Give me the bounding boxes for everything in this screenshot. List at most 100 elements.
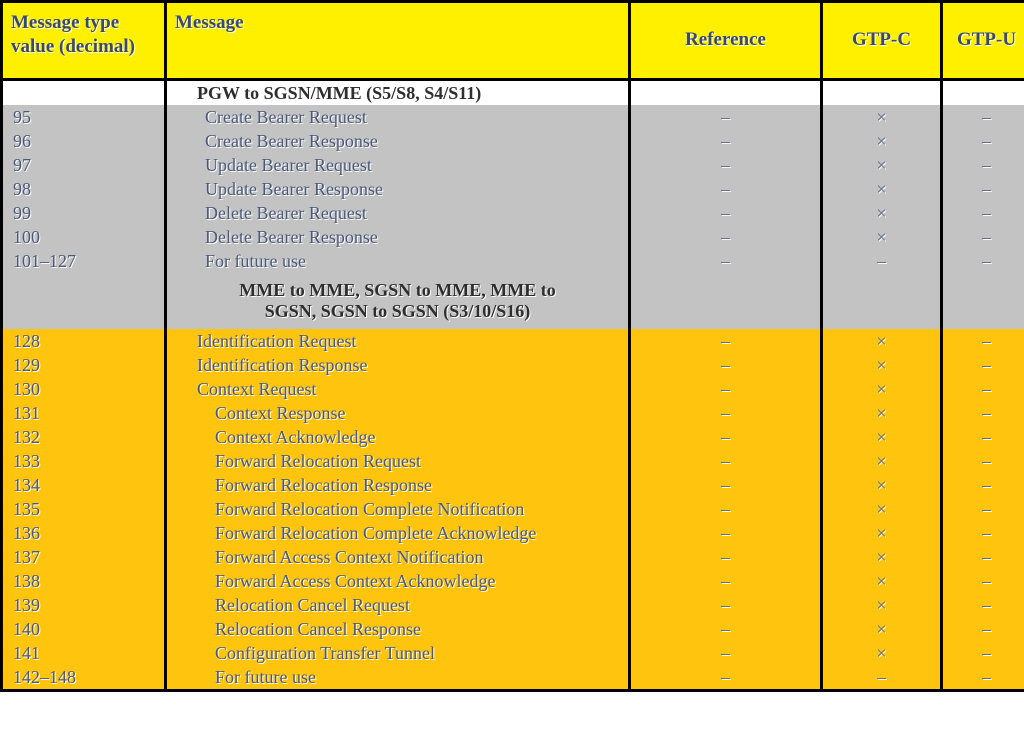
cell-message: Create Bearer Response <box>165 129 631 153</box>
cell-gtp-c: × <box>821 353 943 377</box>
table-row: 133 Forward Relocation Request – × – <box>1 449 1024 473</box>
cell-message-type-value: 142–148 <box>1 665 167 691</box>
cell-message-type-value: 131 <box>1 401 167 425</box>
table-row: 97 Update Bearer Request – × – <box>1 153 1024 177</box>
table-header: Message type value (decimal) Message Ref… <box>1 1 1024 81</box>
table-row: 135 Forward Relocation Complete Notificat… <box>1 497 1024 521</box>
cell-gtp-u: – <box>941 521 1024 545</box>
table-row: 131 Context Response – × – <box>1 401 1024 425</box>
cell-reference: – <box>629 401 823 425</box>
cell-message: Configuration Transfer Tunnel <box>165 641 631 665</box>
table-row: 128 Identification Request – × – <box>1 329 1024 353</box>
table-row: 100 Delete Bearer Response – × – <box>1 225 1024 249</box>
cell-reference: – <box>629 569 823 593</box>
table-row: 98 Update Bearer Response – × – <box>1 177 1024 201</box>
cell-reference: – <box>629 617 823 641</box>
cell-message-type-value: 100 <box>1 225 167 249</box>
cell-reference: – <box>629 353 823 377</box>
cell-gtp-u: – <box>941 377 1024 401</box>
table-section-row: MME to MME, SGSN to MME, MME to SGSN, SGS… <box>1 273 1024 329</box>
cell-reference: – <box>629 249 823 273</box>
cell-gtp-c: × <box>821 105 943 129</box>
cell-message-type-value: 137 <box>1 545 167 569</box>
cell-gtp-c: × <box>821 497 943 521</box>
cell-gtp-u: – <box>941 353 1024 377</box>
cell-gtp-u: – <box>941 593 1024 617</box>
cell-message-type-value: 101–127 <box>1 249 167 273</box>
cell-gtp-u: – <box>941 617 1024 641</box>
cell-reference: – <box>629 177 823 201</box>
cell-message: Forward Relocation Complete Acknowledge <box>165 521 631 545</box>
message-type-table: Message type value (decimal) Message Ref… <box>0 0 1024 692</box>
cell-gtp-c: × <box>821 569 943 593</box>
table-row: 136 Forward Relocation Complete Acknowled… <box>1 521 1024 545</box>
cell-message-type-value: 141 <box>1 641 167 665</box>
cell-gtp-u: – <box>941 545 1024 569</box>
table-row: 142–148 For future use – – – <box>1 665 1024 691</box>
table-row: 96 Create Bearer Response – × – <box>1 129 1024 153</box>
column-header-line-2: value (decimal) <box>11 36 136 58</box>
cell-gtp-c <box>821 79 943 105</box>
cell-message: MME to MME, SGSN to MME, MME to SGSN, SGS… <box>165 273 631 329</box>
cell-gtp-u: – <box>941 225 1024 249</box>
cell-gtp-u: – <box>941 473 1024 497</box>
cell-gtp-c: × <box>821 377 943 401</box>
cell-reference: – <box>629 153 823 177</box>
cell-message: Identification Request <box>165 329 631 353</box>
table-row: 101–127 For future use – – – <box>1 249 1024 273</box>
cell-message: Context Request <box>165 377 631 401</box>
cell-message: Relocation Cancel Response <box>165 617 631 641</box>
cell-message-type-value: 98 <box>1 177 167 201</box>
table-row: 129 Identification Response – × – <box>1 353 1024 377</box>
cell-reference: – <box>629 225 823 249</box>
column-header-message-type-value: Message type value (decimal) <box>1 1 167 81</box>
cell-message-type-value <box>1 79 167 105</box>
cell-message-type-value: 140 <box>1 617 167 641</box>
table-row: 138 Forward Access Context Acknowledge – × – <box>1 569 1024 593</box>
cell-reference: – <box>629 425 823 449</box>
cell-gtp-c: × <box>821 593 943 617</box>
cell-gtp-u: – <box>941 449 1024 473</box>
cell-gtp-c: × <box>821 401 943 425</box>
cell-gtp-u: – <box>941 497 1024 521</box>
header-row: Message type value (decimal) Message Ref… <box>1 1 1024 81</box>
cell-gtp-c: × <box>821 449 943 473</box>
cell-message: Create Bearer Request <box>165 105 631 129</box>
cell-reference <box>629 273 823 329</box>
section-title-line-2: SGSN, SGSN to SGSN (S3/10/S16) <box>264 301 531 321</box>
cell-gtp-u: – <box>941 153 1024 177</box>
cell-gtp-c: × <box>821 617 943 641</box>
cell-message: Forward Relocation Response <box>165 473 631 497</box>
cell-reference: – <box>629 377 823 401</box>
cell-reference <box>629 79 823 105</box>
cell-message: For future use <box>165 665 631 691</box>
table-row: 95 Create Bearer Request – × – <box>1 105 1024 129</box>
cell-reference: – <box>629 473 823 497</box>
message-type-table-container: Message type value (decimal) Message Ref… <box>0 0 1024 729</box>
cell-reference: – <box>629 329 823 353</box>
cell-gtp-c <box>821 273 943 329</box>
cell-message-type-value: 138 <box>1 569 167 593</box>
table-section-row: PGW to SGSN/MME (S5/S8, S4/S11) <box>1 79 1024 105</box>
cell-gtp-u: – <box>941 105 1024 129</box>
cell-gtp-c: – <box>821 665 943 691</box>
cell-gtp-c: – <box>821 249 943 273</box>
cell-gtp-u: – <box>941 129 1024 153</box>
cell-message-type-value: 132 <box>1 425 167 449</box>
cell-message-type-value: 136 <box>1 521 167 545</box>
cell-gtp-u: – <box>941 249 1024 273</box>
cell-gtp-c: × <box>821 425 943 449</box>
cell-message-type-value: 129 <box>1 353 167 377</box>
cell-gtp-c: × <box>821 225 943 249</box>
cell-gtp-c: × <box>821 129 943 153</box>
cell-gtp-c: × <box>821 201 943 225</box>
cell-message-type-value: 139 <box>1 593 167 617</box>
cell-message: For future use <box>165 249 631 273</box>
cell-message: Context Response <box>165 401 631 425</box>
cell-message-type-value: 134 <box>1 473 167 497</box>
column-header-reference: Reference <box>629 1 823 81</box>
table-body: PGW to SGSN/MME (S5/S8, S4/S11) 95 Create … <box>1 79 1024 691</box>
cell-gtp-u: – <box>941 201 1024 225</box>
cell-gtp-u: – <box>941 665 1024 691</box>
cell-message-type-value <box>1 273 167 329</box>
